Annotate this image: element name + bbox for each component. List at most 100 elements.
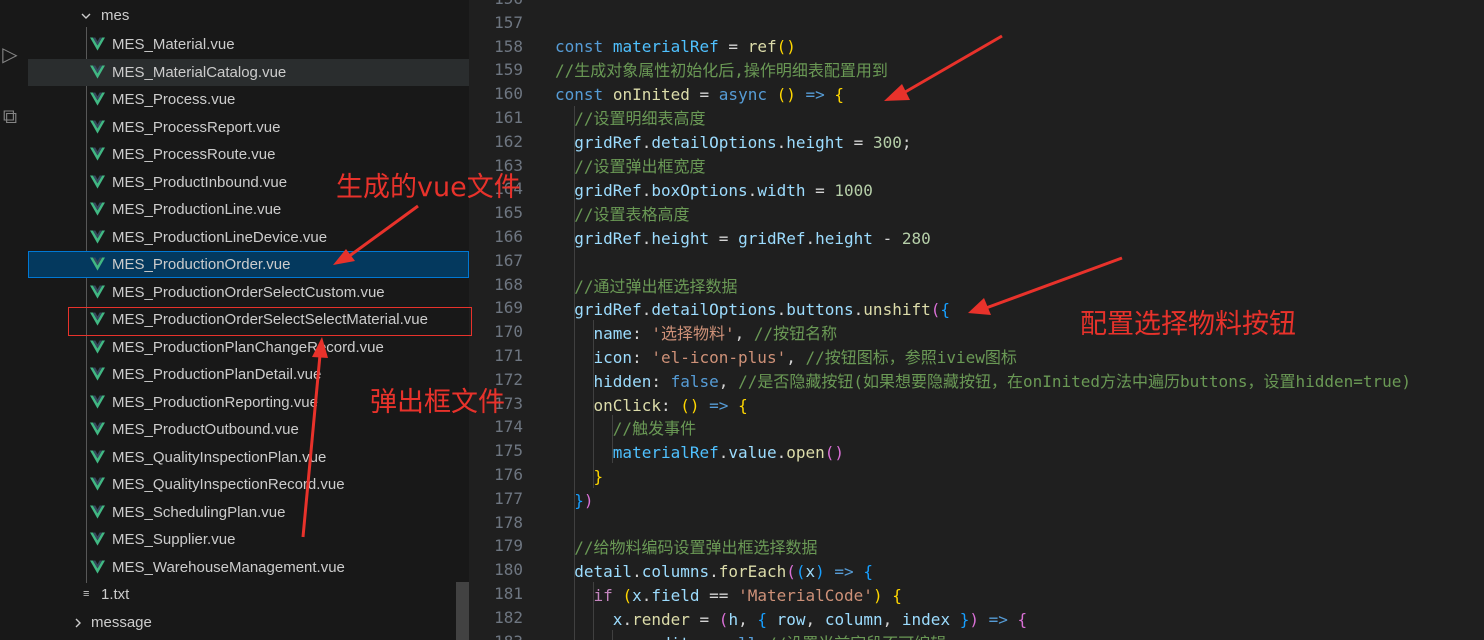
file-label: MES_ProductionLineDevice.vue xyxy=(112,228,328,246)
code-line: gridRef.detailOptions.buttons.unshift({ xyxy=(574,300,951,319)
file-label: MES_WarehouseManagement.vue xyxy=(112,558,345,576)
vue-icon xyxy=(90,257,105,271)
file-item[interactable]: MES_Material.vue xyxy=(28,31,469,58)
file-label: 1.txt xyxy=(101,586,130,603)
file-label: MES_QualityInspectionRecord.vue xyxy=(112,476,345,493)
popup-file-highlight-box xyxy=(68,307,472,336)
vue-icon xyxy=(90,367,105,381)
line-number-text: 167 xyxy=(494,250,523,270)
code-line: } xyxy=(593,467,604,486)
code-line: const onInited = async () => { xyxy=(555,85,845,104)
file-label: MES_ProductionLine.vue xyxy=(112,201,282,218)
code-line: //设置明细表高度 xyxy=(555,109,706,128)
file-label: MES_ProductionReporting.vue xyxy=(112,393,318,411)
vue-icon xyxy=(90,229,105,244)
file-label: MES_Material.vue xyxy=(112,36,235,53)
file-item[interactable]: MES_MaterialCatalog.vue xyxy=(28,58,469,86)
file-item[interactable]: MES_ProcessRoute.vue xyxy=(28,141,469,168)
code-line: //生成对象属性初始化后,操作明细表配置用到 xyxy=(555,61,888,80)
vue-icon xyxy=(90,174,105,189)
file-item[interactable]: MES_ProductOutbound.vue xyxy=(28,416,469,443)
file-label: MES_Process.vue xyxy=(112,91,236,108)
code-line: materialRef.value.open() xyxy=(612,443,845,462)
line-number: 156 xyxy=(469,0,1484,11)
file-txt[interactable]: ≡ 1.txt xyxy=(28,581,469,608)
vue-icon xyxy=(90,394,105,409)
file-label: MES_ProductOutbound.vue xyxy=(112,421,299,438)
file-label: MES_ProductionOrder.vue xyxy=(112,256,291,273)
vue-icon xyxy=(90,532,105,546)
vue-icon xyxy=(90,64,105,79)
line-number-text: 178 xyxy=(494,512,523,532)
file-item[interactable]: MES_Process.vue xyxy=(28,86,469,113)
explorer-scrollbar[interactable] xyxy=(456,582,469,640)
vue-icon xyxy=(90,477,105,491)
file-item[interactable]: MES_ProcessReport.vue xyxy=(28,114,469,141)
file-item[interactable]: MES_SchedulingPlan.vue xyxy=(28,499,469,526)
vue-icon xyxy=(90,119,105,134)
file-item[interactable]: MES_ProductionOrderSelectCustom.vue xyxy=(28,279,469,306)
code-line: icon: 'el-icon-plus', //按钮图标，参照iview图标 xyxy=(593,348,1017,367)
line-number: 178 xyxy=(469,511,1484,535)
code-line: name: '选择物料', //按钮名称 xyxy=(593,324,838,343)
extensions-icon[interactable]: ⧉ xyxy=(0,104,20,128)
line-number: 167 xyxy=(469,249,1484,273)
vue-icon xyxy=(90,147,105,161)
code-line: //设置弹出框宽度 xyxy=(555,157,706,176)
file-label: MES_ProcessRoute.vue xyxy=(112,146,276,163)
file-label: MES_ProductInbound.vue xyxy=(112,173,288,191)
activity-bar: ▷ ⧉ xyxy=(0,0,28,640)
run-debug-icon[interactable]: ▷ xyxy=(0,42,20,66)
code-line: gridRef.height = gridRef.height - 280 xyxy=(574,229,931,248)
vue-icon xyxy=(90,449,105,464)
code-line: //通过弹出框选择数据 xyxy=(555,277,738,296)
line-number: 157 xyxy=(469,11,1484,35)
file-item[interactable]: MES_QualityInspectionRecord.vue xyxy=(28,471,469,498)
vue-icon xyxy=(90,202,105,216)
file-label: MES_Supplier.vue xyxy=(112,531,236,548)
code-line: gridRef.detailOptions.height = 300; xyxy=(574,133,912,152)
folder-message[interactable]: message xyxy=(28,609,469,636)
annotation-generated-vue-file: 生成的vue文件 xyxy=(336,172,521,203)
annotation-popup-file: 弹出框文件 xyxy=(370,387,505,418)
file-label: MES_ProductionOrderSelectCustom.vue xyxy=(112,283,385,301)
code-line: x.render = (h, { row, column, index }) =… xyxy=(612,610,1028,629)
chevron-right-icon xyxy=(75,618,81,628)
code-editor[interactable]: 1561571581591601611621631641651661671681… xyxy=(469,0,1484,640)
code-line: hidden: false, //是否隐藏按钮(如果想要隐藏按钮，在onInit… xyxy=(593,372,1412,391)
code-line: //设置表格高度 xyxy=(555,205,690,224)
folder-label: message xyxy=(91,614,152,631)
file-label: MES_SchedulingPlan.vue xyxy=(112,503,286,521)
file-item[interactable]: MES_ProductionOrder.vue xyxy=(28,251,469,278)
file-label: MES_ProcessReport.vue xyxy=(112,118,281,136)
file-item[interactable]: MES_Supplier.vue xyxy=(28,526,469,553)
code-line: //触发事件 xyxy=(555,419,697,438)
vue-icon xyxy=(90,422,105,436)
code-line: detail.columns.forEach((x) => { xyxy=(574,562,873,581)
vue-icon xyxy=(90,92,105,106)
vue-icon xyxy=(90,339,105,354)
folder-label: mes xyxy=(101,7,130,24)
file-label: MES_MaterialCatalog.vue xyxy=(112,63,287,81)
code-line: const materialRef = ref() xyxy=(555,37,796,56)
vue-icon xyxy=(90,559,105,574)
file-item[interactable]: MES_QualityInspectionPlan.vue xyxy=(28,444,469,471)
annotation-config-button: 配置选择物料按钮 xyxy=(1080,309,1296,340)
vue-icon xyxy=(90,37,105,51)
chevron-down-icon xyxy=(81,13,91,19)
text-file-icon: ≡ xyxy=(83,588,90,600)
code-line: onClick: () => { xyxy=(593,396,748,415)
code-line: //给物料编码设置弹出框选择数据 xyxy=(555,538,818,557)
file-label: MES_ProductionPlanDetail.vue xyxy=(112,366,322,383)
vue-icon xyxy=(90,284,105,299)
folder-mes[interactable]: mes xyxy=(28,2,469,29)
code-line: if (x.field == 'MaterialCode') { xyxy=(593,586,902,605)
file-item[interactable]: MES_ProductionLineDevice.vue xyxy=(28,224,469,251)
vue-icon xyxy=(90,504,105,519)
code-line: gridRef.boxOptions.width = 1000 xyxy=(574,181,873,200)
code-line: x.edit = null;//设置当前字段不可编辑 xyxy=(469,632,1484,640)
file-label: MES_QualityInspectionPlan.vue xyxy=(112,448,327,466)
file-item[interactable]: MES_WarehouseManagement.vue xyxy=(28,554,469,581)
code-line: }) xyxy=(574,491,594,510)
file-item[interactable]: MES_ProductionPlanChangeRecord.vue xyxy=(28,334,469,361)
